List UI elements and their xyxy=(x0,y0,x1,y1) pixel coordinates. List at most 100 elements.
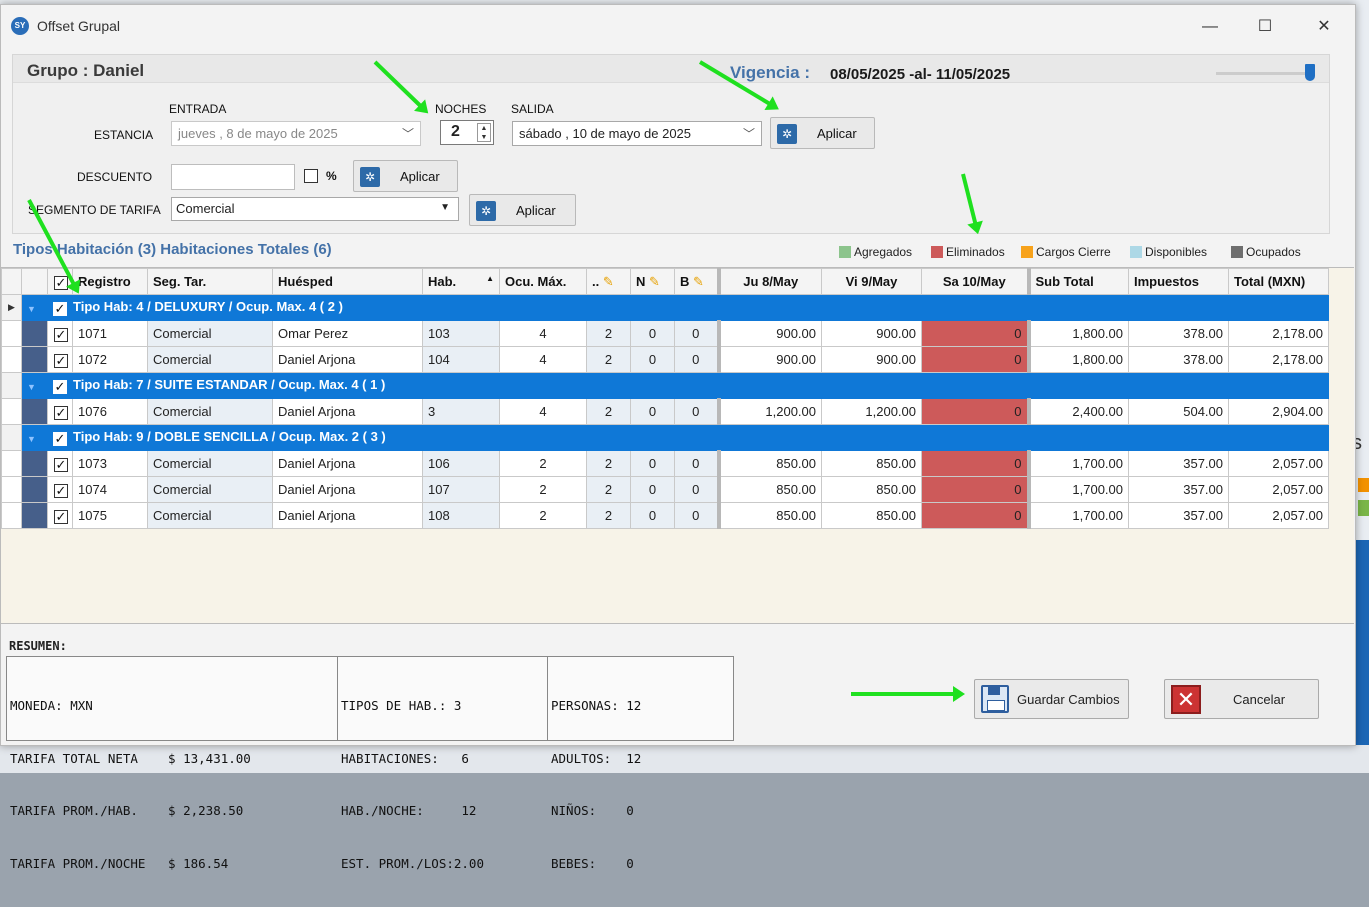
group-row[interactable]: ▼ ✓ Tipo Hab: 7 / SUITE ESTANDAR / Ocup. M… xyxy=(1,372,1329,399)
minimize-button[interactable]: — xyxy=(1195,15,1225,39)
zoom-slider-thumb[interactable] xyxy=(1305,64,1315,81)
chevron-down-icon: ﹀ xyxy=(401,127,414,141)
aplicar-estancia-button[interactable]: ✲ Aplicar xyxy=(770,117,875,149)
table-row[interactable]: ✓ 1074 Comercial Daniel Arjona 107 2 2 0 0 850.00… xyxy=(1,476,1329,503)
cell-adultos[interactable]: 2 xyxy=(586,398,631,425)
cell-total: 2,178.00 xyxy=(1228,320,1329,347)
maximize-button[interactable]: ☐ xyxy=(1250,15,1280,39)
stepper-arrows-icon[interactable]: ▲ ▼ xyxy=(477,123,491,142)
cell-bebes[interactable]: 0 xyxy=(674,476,719,503)
column-header-seg-tar[interactable]: Seg. Tar. xyxy=(147,268,273,295)
group-bar xyxy=(21,398,48,425)
cell-bebes[interactable]: 0 xyxy=(674,398,719,425)
cell-adultos[interactable]: 2 xyxy=(586,346,631,373)
cell-impuestos: 357.00 xyxy=(1128,476,1229,503)
row-checkbox[interactable]: ✓ xyxy=(54,328,68,342)
aplicar-segmento-label: Aplicar xyxy=(516,203,556,218)
column-header-sa-10-may[interactable]: Sa 10/May xyxy=(921,268,1029,295)
cell-seg-tar[interactable]: Comercial xyxy=(147,476,273,503)
cell-adultos[interactable]: 2 xyxy=(586,320,631,347)
group-row[interactable]: ▼ ✓ Tipo Hab: 9 / DOBLE SENCILLA / Ocup. M… xyxy=(1,424,1329,451)
column-header-ju-8-may[interactable]: Ju 8/May xyxy=(716,268,822,295)
cell-adultos[interactable]: 2 xyxy=(586,476,631,503)
salida-date-picker[interactable]: sábado , 10 de mayo de 2025 ﹀ xyxy=(512,121,762,146)
aplicar-segmento-button[interactable]: ✲ Aplicar xyxy=(469,194,576,226)
table-row[interactable]: ✓ 1071 Comercial Omar Perez 103 4 2 0 0 900.00 900… xyxy=(1,320,1329,347)
collapse-chevron-icon[interactable]: ▼ xyxy=(27,382,36,392)
aplicar-estancia-label: Aplicar xyxy=(817,126,857,141)
column-header-sub-total[interactable]: Sub Total xyxy=(1026,268,1129,295)
column-header-hab[interactable]: Hab. ▲ xyxy=(422,268,500,295)
column-header-total[interactable]: Total (MXN) xyxy=(1228,268,1329,295)
cell-seg-tar[interactable]: Comercial xyxy=(147,398,273,425)
row-checkbox-cell[interactable]: ✓ xyxy=(47,346,73,373)
noches-stepper[interactable]: 2 ▲ ▼ xyxy=(440,120,494,145)
cell-ninos[interactable]: 0 xyxy=(630,320,675,347)
cell-adultos[interactable]: 2 xyxy=(586,450,631,477)
row-checkbox[interactable]: ✓ xyxy=(54,406,68,420)
resumen-line: BEBES: 0 xyxy=(551,855,634,871)
zoom-slider-track[interactable] xyxy=(1216,72,1311,75)
row-checkbox[interactable]: ✓ xyxy=(54,484,68,498)
group-collapse-cell[interactable]: ▼ xyxy=(21,372,48,399)
cell-bebes[interactable]: 0 xyxy=(674,450,719,477)
pencil-icon: ✎ xyxy=(602,273,614,289)
percent-checkbox[interactable] xyxy=(304,169,318,183)
group-title-cell[interactable]: ✓ Tipo Hab: 7 / SUITE ESTANDAR / Ocup. Ma… xyxy=(47,372,1329,399)
entrada-label: ENTRADA xyxy=(169,102,227,116)
cell-bebes[interactable]: 0 xyxy=(674,346,719,373)
cell-bebes[interactable]: 0 xyxy=(674,320,719,347)
cell-seg-tar[interactable]: Comercial xyxy=(147,502,273,529)
cell-seg-tar[interactable]: Comercial xyxy=(147,450,273,477)
cell-ninos[interactable]: 0 xyxy=(630,450,675,477)
group-title-cell[interactable]: ✓ Tipo Hab: 9 / DOBLE SENCILLA / Ocup. Ma… xyxy=(47,424,1329,451)
sort-ascending-icon: ▲ xyxy=(486,274,494,283)
cell-adultos[interactable]: 2 xyxy=(586,502,631,529)
legend-eliminados: Eliminados xyxy=(931,245,1005,259)
column-header-huesped[interactable]: Huésped xyxy=(272,268,423,295)
cell-ninos[interactable]: 0 xyxy=(630,398,675,425)
row-checkbox-cell[interactable]: ✓ xyxy=(47,476,73,503)
aplicar-descuento-button[interactable]: ✲ Aplicar xyxy=(353,160,458,192)
row-checkbox[interactable]: ✓ xyxy=(54,354,68,368)
cell-bebes[interactable]: 0 xyxy=(674,502,719,529)
close-button[interactable]: ✕ xyxy=(1309,15,1339,39)
column-header-ninos[interactable]: N ✎ xyxy=(630,268,675,295)
group-title-cell[interactable]: ✓ Tipo Hab: 4 / DELUXURY / Ocup. Max. 4 (… xyxy=(47,294,1329,321)
table-row[interactable]: ✓ 1075 Comercial Daniel Arjona 108 2 2 0 0 850.00… xyxy=(1,502,1329,529)
group-checkbox[interactable]: ✓ xyxy=(53,302,67,316)
column-header-adultos[interactable]: .. ✎ xyxy=(586,268,631,295)
group-checkbox[interactable]: ✓ xyxy=(53,380,67,394)
row-checkbox-cell[interactable]: ✓ xyxy=(47,450,73,477)
collapse-chevron-icon[interactable]: ▼ xyxy=(27,434,36,444)
entrada-date-picker[interactable]: jueves , 8 de mayo de 2025 ﹀ xyxy=(171,121,421,146)
column-header-bebes[interactable]: B ✎ xyxy=(674,268,719,295)
cell-huesped: Omar Perez xyxy=(272,320,423,347)
column-header-ocu-max[interactable]: Ocu. Máx. xyxy=(499,268,587,295)
row-checkbox[interactable]: ✓ xyxy=(54,510,68,524)
table-row[interactable]: ✓ 1073 Comercial Daniel Arjona 106 2 2 0 0 850.00… xyxy=(1,450,1329,477)
group-collapse-cell[interactable]: ▼ xyxy=(21,424,48,451)
segmento-select[interactable]: Comercial ▼ xyxy=(171,197,459,221)
group-collapse-cell[interactable]: ▼ xyxy=(21,294,48,321)
column-header-impuestos[interactable]: Impuestos xyxy=(1128,268,1229,295)
column-header-vi-9-may[interactable]: Vi 9/May xyxy=(821,268,922,295)
group-row[interactable]: ▶ ▼ ✓ Tipo Hab: 4 / DELUXURY / Ocup. Max. 4… xyxy=(1,294,1329,321)
cell-seg-tar[interactable]: Comercial xyxy=(147,320,273,347)
table-row[interactable]: ✓ 1076 Comercial Daniel Arjona 3 4 2 0 0 1,200.00… xyxy=(1,398,1329,425)
table-row[interactable]: ✓ 1072 Comercial Daniel Arjona 104 4 2 0 0 900.00… xyxy=(1,346,1329,373)
cell-seg-tar[interactable]: Comercial xyxy=(147,346,273,373)
row-checkbox-cell[interactable]: ✓ xyxy=(47,398,73,425)
descuento-input[interactable] xyxy=(171,164,295,190)
cancelar-button[interactable]: ✕ Cancelar xyxy=(1164,679,1319,719)
cell-huesped: Daniel Arjona xyxy=(272,502,423,529)
row-checkbox-cell[interactable]: ✓ xyxy=(47,502,73,529)
cell-ninos[interactable]: 0 xyxy=(630,502,675,529)
row-checkbox[interactable]: ✓ xyxy=(54,458,68,472)
row-checkbox-cell[interactable]: ✓ xyxy=(47,320,73,347)
collapse-chevron-icon[interactable]: ▼ xyxy=(27,304,36,314)
cell-ninos[interactable]: 0 xyxy=(630,476,675,503)
guardar-cambios-button[interactable]: Guardar Cambios xyxy=(974,679,1129,719)
cell-ninos[interactable]: 0 xyxy=(630,346,675,373)
group-checkbox[interactable]: ✓ xyxy=(53,432,67,446)
